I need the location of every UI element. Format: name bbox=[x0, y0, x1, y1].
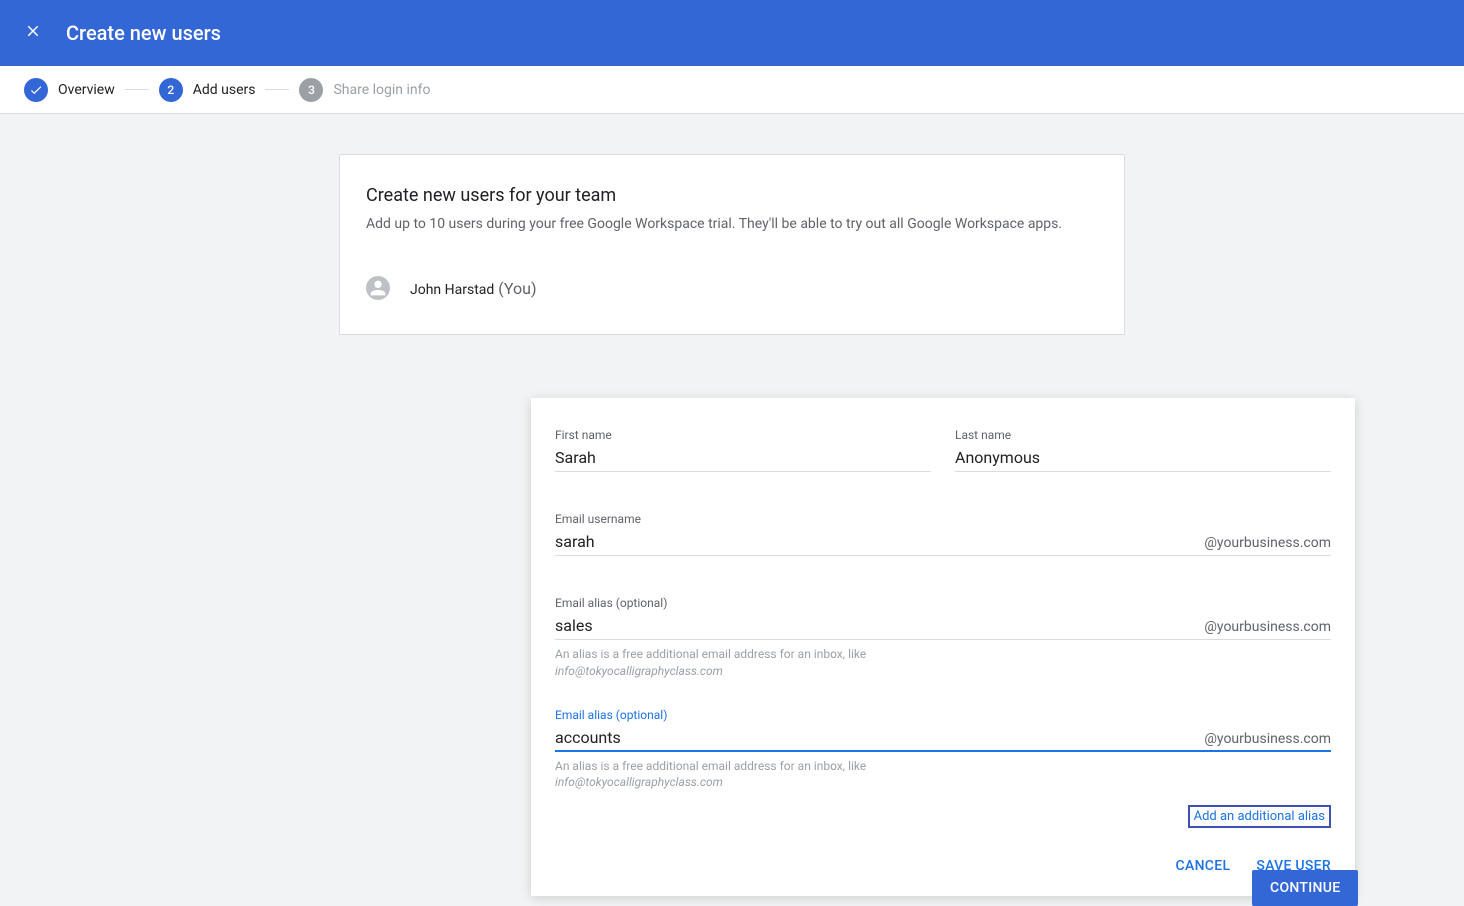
you-label: (You) bbox=[498, 279, 536, 298]
first-name-input[interactable] bbox=[555, 448, 931, 467]
avatar-icon bbox=[366, 276, 390, 300]
last-name-label: Last name bbox=[955, 428, 1331, 442]
step-number: 2 bbox=[159, 78, 183, 102]
cancel-button[interactable]: Cancel bbox=[1176, 858, 1231, 874]
stepper: Overview 2 Add users 3 Share login info bbox=[0, 66, 1464, 114]
create-users-card: Create new users for your team Add up to… bbox=[339, 154, 1125, 335]
step-label: Add users bbox=[193, 82, 256, 98]
separator bbox=[125, 89, 149, 90]
email-username-input[interactable] bbox=[555, 532, 1196, 551]
alias-helper: An alias is a free additional email addr… bbox=[555, 646, 1331, 680]
continue-button[interactable]: Continue bbox=[1252, 870, 1358, 906]
email-alias-input-1[interactable] bbox=[555, 616, 1196, 635]
step-overview[interactable]: Overview bbox=[24, 78, 115, 102]
card-subtitle: Add up to 10 users during your free Goog… bbox=[366, 216, 1098, 232]
separator bbox=[265, 89, 289, 90]
check-icon bbox=[24, 78, 48, 102]
email-alias-input-2[interactable] bbox=[555, 728, 1196, 747]
page-title: Create new users bbox=[66, 21, 221, 45]
email-alias-field-1: Email alias (optional) @yourbusiness.com… bbox=[555, 596, 1331, 680]
first-name-field: First name bbox=[555, 428, 931, 472]
domain-suffix: @yourbusiness.com bbox=[1196, 731, 1331, 747]
close-icon[interactable] bbox=[24, 22, 42, 44]
email-alias-field-2: Email alias (optional) @yourbusiness.com… bbox=[555, 708, 1331, 792]
alias-helper: An alias is a free additional email addr… bbox=[555, 758, 1331, 792]
alias-label: Email alias (optional) bbox=[555, 596, 1331, 610]
user-name: John Harstad bbox=[410, 282, 494, 298]
step-add-users[interactable]: 2 Add users bbox=[159, 78, 256, 102]
card-title: Create new users for your team bbox=[366, 185, 1098, 206]
domain-suffix: @yourbusiness.com bbox=[1196, 619, 1331, 635]
step-share-login[interactable]: 3 Share login info bbox=[299, 78, 430, 102]
step-label: Overview bbox=[58, 82, 115, 98]
add-additional-alias-link[interactable]: Add an additional alias bbox=[1188, 805, 1331, 828]
first-name-label: First name bbox=[555, 428, 931, 442]
existing-user-row: John Harstad (You) bbox=[366, 268, 1098, 308]
step-number: 3 bbox=[299, 78, 323, 102]
user-form-panel: First name Last name Email username @you… bbox=[531, 398, 1355, 896]
step-label: Share login info bbox=[333, 82, 430, 98]
alias-label: Email alias (optional) bbox=[555, 708, 1331, 722]
email-username-label: Email username bbox=[555, 512, 1331, 526]
last-name-input[interactable] bbox=[955, 448, 1331, 467]
last-name-field: Last name bbox=[955, 428, 1331, 472]
domain-suffix: @yourbusiness.com bbox=[1196, 535, 1331, 551]
header: Create new users bbox=[0, 0, 1464, 66]
email-username-field: Email username @yourbusiness.com bbox=[555, 512, 1331, 556]
